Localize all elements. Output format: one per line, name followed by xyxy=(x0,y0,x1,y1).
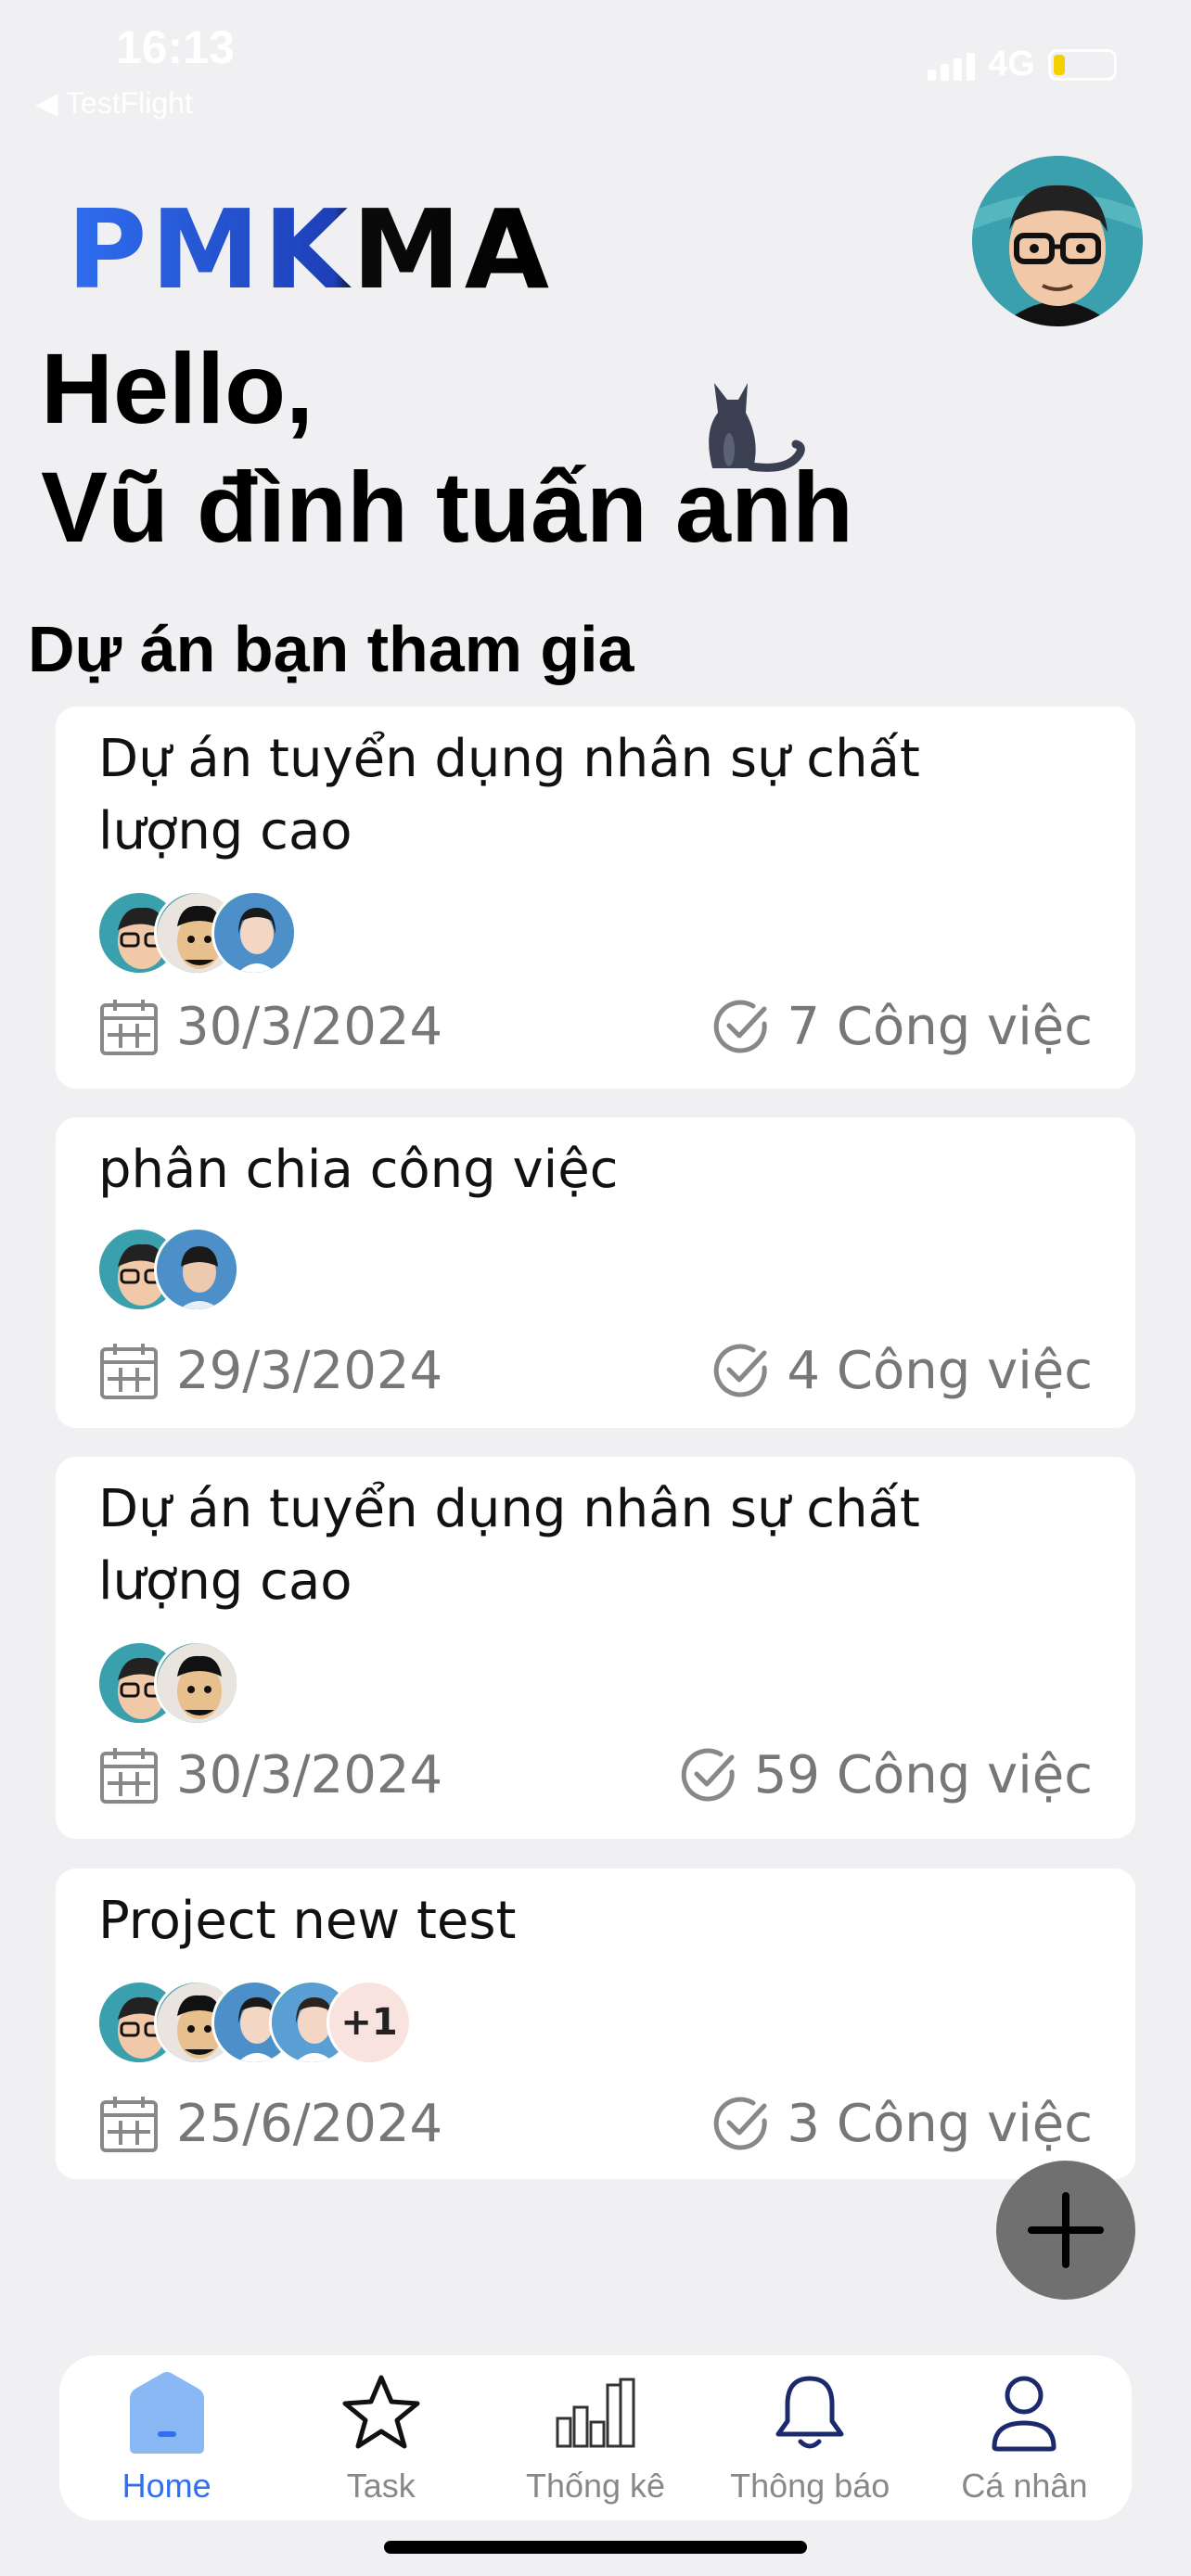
tab-statistics-label: Thống kê xyxy=(525,2467,666,2505)
bell-icon xyxy=(763,2368,856,2457)
project-date: 25/6/2024 xyxy=(176,2093,443,2154)
calendar-icon xyxy=(100,1000,158,1055)
status-indicators: 4G xyxy=(928,45,1117,84)
calendar-icon xyxy=(100,2097,158,2152)
project-meta: 25/6/2024 3 Công việc xyxy=(98,2091,1093,2156)
home-indicator xyxy=(384,2541,807,2554)
add-project-button[interactable] xyxy=(996,2161,1135,2300)
signal-icon xyxy=(928,49,976,81)
tab-profile-label: Cá nhân xyxy=(961,2467,1088,2505)
project-task-count: 3 Công việc xyxy=(787,2093,1093,2154)
project-task-count: 59 Công việc xyxy=(753,1744,1093,1805)
project-date: 30/3/2024 xyxy=(176,996,443,1057)
extra-members-badge: +1 xyxy=(327,1980,412,2065)
project-date: 29/3/2024 xyxy=(176,1340,443,1401)
tab-statistics[interactable]: Thống kê xyxy=(488,2355,702,2520)
tab-notifications-label: Thông báo xyxy=(730,2467,890,2505)
project-task-count: 4 Công việc xyxy=(787,1340,1093,1401)
section-title: Dự án bạn tham gia xyxy=(28,613,634,685)
project-title: phân chia công việc xyxy=(98,1140,619,1200)
bottom-tab-bar: Home Task Thống kê Thông báo Cá nhân xyxy=(59,2355,1132,2520)
project-meta: 30/3/2024 7 Công việc xyxy=(98,994,1093,1059)
tab-home[interactable]: Home xyxy=(59,2355,274,2520)
tab-profile[interactable]: Cá nhân xyxy=(917,2355,1132,2520)
battery-icon xyxy=(1048,48,1117,81)
project-date: 30/3/2024 xyxy=(176,1744,443,1805)
member-avatars xyxy=(96,1640,239,1726)
project-card[interactable]: Dự án tuyển dụng nhân sự chất lượng cao … xyxy=(56,707,1135,1089)
member-avatars xyxy=(96,1227,239,1312)
project-card[interactable]: Project new test +1 25/6/2024 3 Công việ… xyxy=(56,1868,1135,2179)
project-card[interactable]: Dự án tuyển dụng nhân sự chất lượng cao … xyxy=(56,1457,1135,1839)
member-avatar xyxy=(211,890,297,976)
home-icon xyxy=(121,2368,213,2457)
member-avatar xyxy=(154,1640,239,1726)
testflight-back-link[interactable]: ◀ TestFlight xyxy=(35,85,193,121)
member-avatar xyxy=(154,1227,239,1312)
project-title: Dự án tuyển dụng nhân sự chất lượng cao xyxy=(98,729,920,861)
calendar-icon xyxy=(100,1344,158,1399)
member-avatars xyxy=(96,890,297,976)
app-logo: PMKMA xyxy=(67,185,554,313)
star-icon xyxy=(335,2368,428,2457)
check-circle-icon xyxy=(681,1748,735,1802)
project-meta: 29/3/2024 4 Công việc xyxy=(98,1338,1093,1403)
profile-avatar[interactable] xyxy=(972,156,1143,326)
bar-chart-icon xyxy=(549,2368,642,2457)
project-title: Project new test xyxy=(98,1891,517,1951)
status-time: 16:13 xyxy=(116,21,235,73)
project-card[interactable]: phân chia công việc 29/3/2024 4 Công việ… xyxy=(56,1117,1135,1428)
tab-task-label: Task xyxy=(346,2467,416,2505)
person-icon xyxy=(978,2368,1070,2457)
project-title: Dự án tuyển dụng nhân sự chất lượng cao xyxy=(98,1479,920,1612)
tab-home-label: Home xyxy=(122,2467,211,2505)
check-circle-icon xyxy=(714,1344,768,1397)
plus-icon xyxy=(1028,2192,1104,2268)
cat-illustration xyxy=(686,376,816,478)
check-circle-icon xyxy=(714,1000,768,1053)
tab-notifications[interactable]: Thông báo xyxy=(703,2355,917,2520)
project-task-count: 7 Công việc xyxy=(787,996,1093,1057)
check-circle-icon xyxy=(714,2097,768,2150)
calendar-icon xyxy=(100,1748,158,1804)
home-screen: 16:13 ◀ TestFlight 4G PMKMA Hello, Vũ đì… xyxy=(0,0,1191,2576)
member-avatars: +1 xyxy=(96,1980,412,2065)
project-meta: 30/3/2024 59 Công việc xyxy=(98,1742,1093,1807)
tab-task[interactable]: Task xyxy=(274,2355,488,2520)
network-label: 4G xyxy=(988,45,1035,83)
